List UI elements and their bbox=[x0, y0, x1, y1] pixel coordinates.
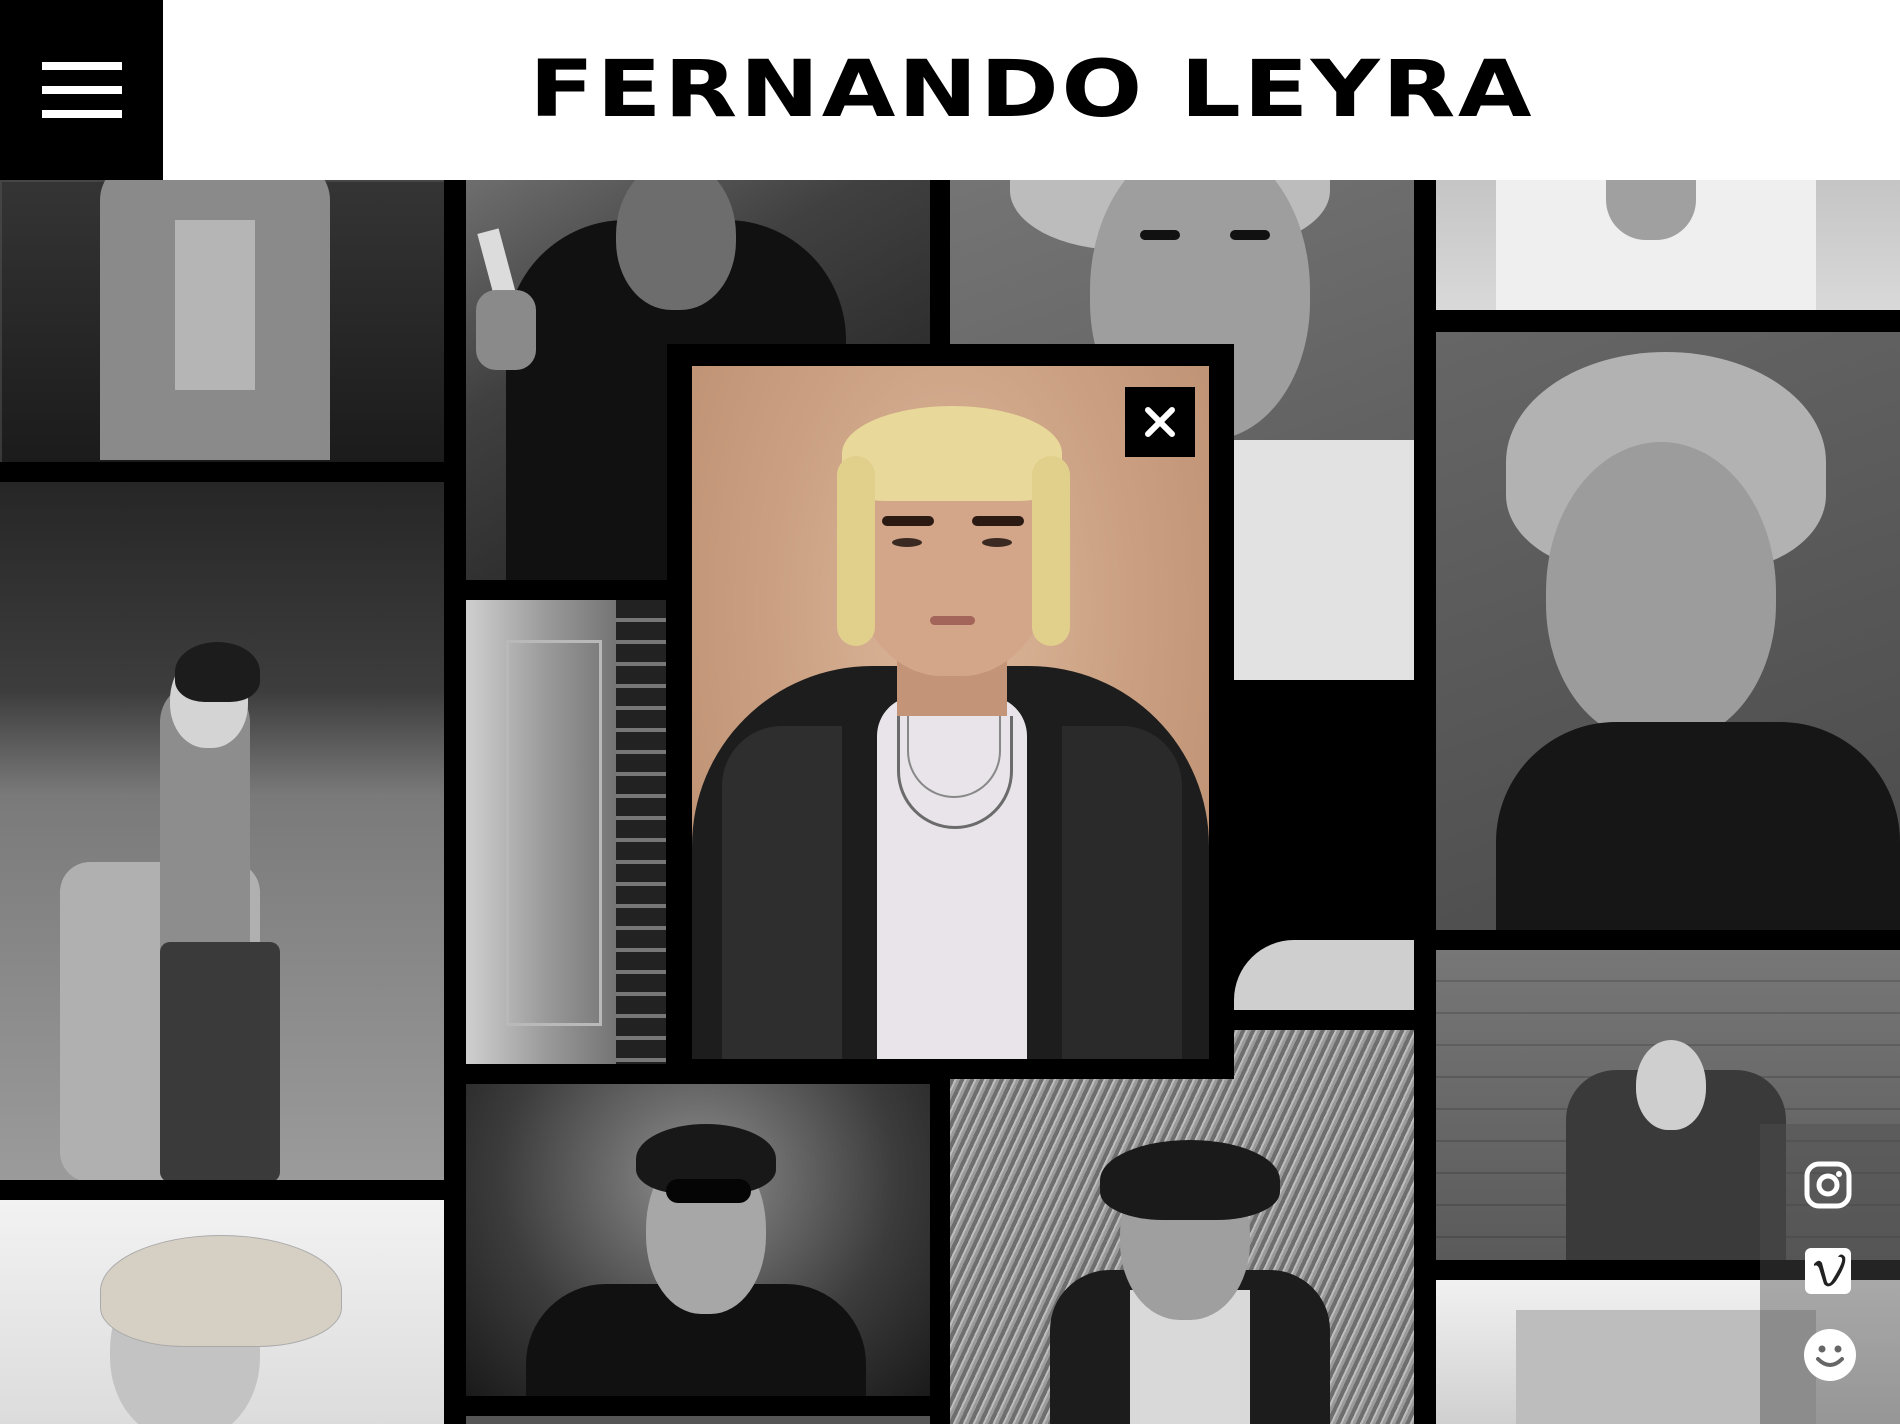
vimeo-icon bbox=[1805, 1248, 1851, 1294]
instagram-link[interactable] bbox=[1803, 1160, 1853, 1210]
close-button[interactable] bbox=[1125, 387, 1195, 457]
site-title[interactable]: FERNANDO LEYRA bbox=[0, 0, 1900, 180]
close-icon bbox=[1145, 407, 1175, 437]
smiley-face-icon bbox=[1804, 1329, 1856, 1381]
instagram-icon bbox=[1804, 1161, 1852, 1209]
gallery-photo[interactable] bbox=[1436, 332, 1900, 930]
contact-link[interactable] bbox=[1803, 1328, 1856, 1381]
vimeo-link[interactable] bbox=[1803, 1246, 1853, 1296]
gallery-photo[interactable] bbox=[0, 482, 444, 1180]
social-links bbox=[1760, 1124, 1900, 1424]
photo-lightbox bbox=[667, 344, 1234, 1079]
lightbox-photo bbox=[692, 366, 1209, 1059]
gallery-photo[interactable] bbox=[0, 1200, 444, 1424]
gallery-photo[interactable] bbox=[466, 600, 666, 1064]
site-header: FERNANDO LEYRA bbox=[0, 0, 1900, 180]
gallery-photo[interactable] bbox=[466, 1084, 930, 1396]
gallery-photo[interactable] bbox=[466, 1416, 930, 1424]
gallery-photo[interactable] bbox=[950, 1030, 1414, 1424]
gallery-photo[interactable] bbox=[1234, 700, 1414, 1010]
